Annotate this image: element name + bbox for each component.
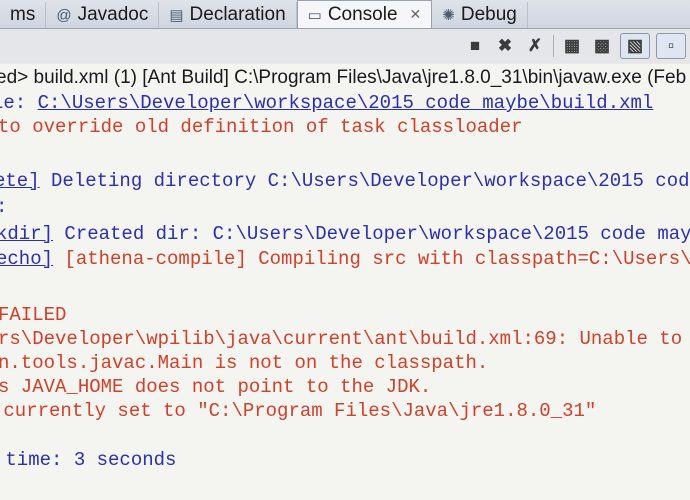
tab-declaration[interactable]: ▤ Declaration <box>159 2 297 28</box>
at-icon: @ <box>56 6 72 24</box>
console-line: currently set to "C:\Program Files\Java\… <box>0 400 597 422</box>
console-line: n.tools.javac.Main is not on the classpa… <box>0 352 489 374</box>
build-file-link[interactable]: C:\Users\Developer\workspace\2015 code m… <box>38 92 654 114</box>
tab-declaration-label: Declaration <box>189 4 286 25</box>
clear-console-icon[interactable]: ▦ <box>560 34 584 58</box>
terminate-icon[interactable]: ■ <box>463 34 487 58</box>
console-line: ete] Deleting directory C:\Users\Develop… <box>0 170 690 192</box>
close-icon[interactable]: ✕ <box>410 6 422 23</box>
tab-debug-label: Debug <box>460 4 517 25</box>
console-icon: ▭ <box>307 6 322 24</box>
debug-icon: ✺ <box>442 7 455 24</box>
console-line: le: C:\Users\Developer\workspace\2015 co… <box>0 92 654 114</box>
remove-launch-icon[interactable]: ✖ <box>493 34 517 58</box>
console-line: kdir] Created dir: C:\Users\Developer\wo… <box>0 223 690 245</box>
remove-all-terminated-icon[interactable]: ✗ <box>523 34 547 58</box>
tab-tasks[interactable]: ms <box>0 2 47 28</box>
declaration-icon: ▤ <box>169 7 184 24</box>
scroll-lock-icon[interactable]: ▩ <box>590 34 614 58</box>
console-line: rs\Developer\wpilib\java\current\ant\bui… <box>0 328 690 350</box>
pin-console-icon[interactable]: ▧ <box>620 33 650 59</box>
build-failed-line: FAILED <box>0 304 67 326</box>
console-line: : <box>0 195 7 219</box>
console-toolbar: ■ ✖ ✗ ▦ ▩ ▧ ▫ <box>0 29 690 63</box>
tab-console-label: Console <box>327 3 398 25</box>
tab-javadoc-label: Javadoc <box>77 4 149 25</box>
toolbar-separator <box>553 35 554 57</box>
total-time-line: time: 3 seconds <box>0 449 177 471</box>
console-line: to override old definition of task class… <box>0 116 523 138</box>
console-launch-header: ed> build.xml (1) [Ant Build] C:\Program… <box>0 67 687 88</box>
tab-console[interactable]: ▭ Console ✕ <box>296 0 433 28</box>
console-line: s JAVA_HOME does not point to the JDK. <box>0 376 432 398</box>
tab-tasks-label: ms <box>10 4 36 25</box>
view-tab-bar: ms @ Javadoc ▤ Declaration ▭ Console ✕ ✺… <box>0 0 690 29</box>
tab-javadoc[interactable]: @ Javadoc <box>46 2 160 28</box>
display-selected-console-icon[interactable]: ▫ <box>656 33 686 59</box>
console-line: echo] [athena-compile] Compiling src wit… <box>0 248 690 270</box>
console-output[interactable]: ed> build.xml (1) [Ant Build] C:\Program… <box>0 64 690 500</box>
tab-debug[interactable]: ✺ Debug <box>432 2 528 28</box>
